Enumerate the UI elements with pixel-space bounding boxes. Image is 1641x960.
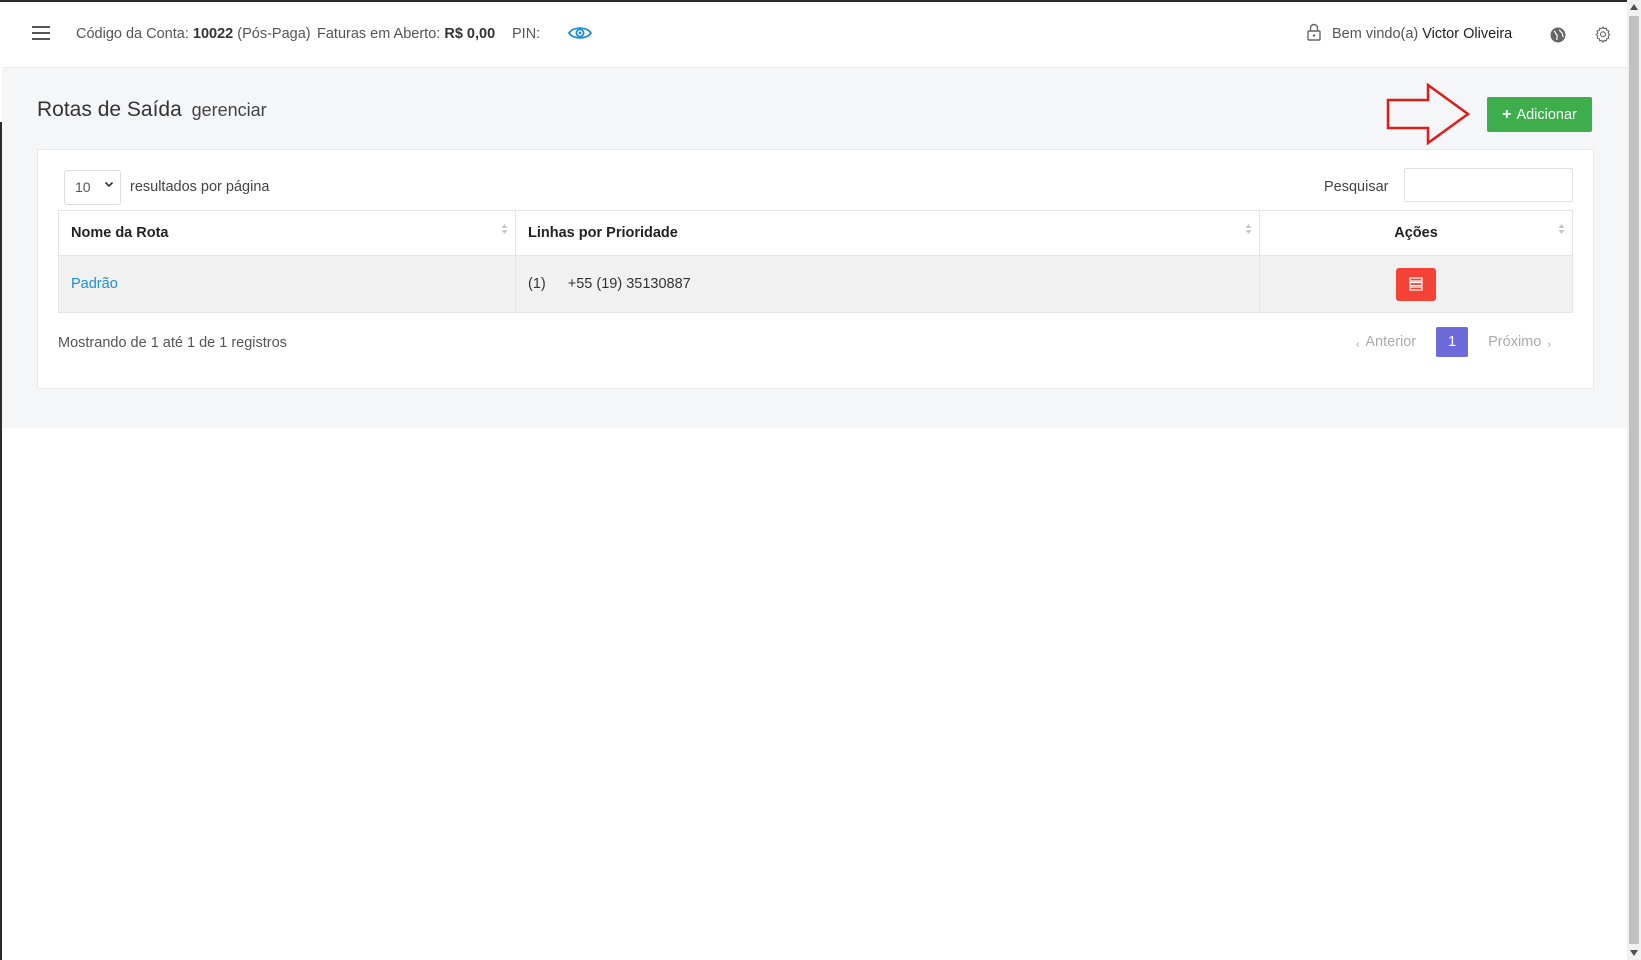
welcome-label: Bem vindo(a)	[1332, 26, 1419, 42]
main-content: Rotas de Saída gerenciar + Adicionar 10 …	[2, 68, 1627, 428]
priority-number: (1)	[528, 276, 546, 292]
sort-icon	[1245, 224, 1252, 234]
page-title: Rotas de Saída gerenciar	[37, 98, 267, 122]
account-type: (Pós-Paga)	[237, 26, 311, 42]
table-header-row: Nome da Rota Linhas por Prioridade Ações	[58, 210, 1573, 256]
pagination-prev[interactable]: ‹ Anterior	[1350, 334, 1416, 351]
scroll-down-icon[interactable]	[1630, 950, 1638, 956]
pagination: ‹ Anterior 1 Próximo ›	[1350, 327, 1557, 357]
actions-cell	[1259, 255, 1573, 313]
route-name-cell: Padrão	[58, 255, 516, 313]
add-button[interactable]: + Adicionar	[1487, 97, 1592, 132]
pagination-next[interactable]: Próximo ›	[1488, 334, 1557, 351]
sort-icon	[1558, 224, 1565, 234]
delete-button[interactable]	[1396, 267, 1436, 301]
page-subtitle: gerenciar	[191, 100, 267, 120]
phone-line: +55 (19) 35130887	[567, 276, 691, 292]
lock-icon	[1307, 23, 1321, 41]
welcome-text: Bem vindo(a) Victor Oliveira	[1332, 26, 1512, 42]
list-icon	[1409, 277, 1423, 291]
page-length-label: resultados por página	[130, 179, 270, 195]
top-navbar: Código da Conta: 10022 (Pós-Paga) Fatura…	[2, 2, 1627, 68]
route-name-link[interactable]: Padrão	[71, 276, 118, 292]
chevron-left-icon: ‹	[1355, 339, 1360, 351]
scroll-up-icon[interactable]	[1630, 4, 1638, 10]
page-length-select[interactable]: 10	[64, 170, 121, 205]
search-label: Pesquisar	[1324, 179, 1389, 195]
column-header-priority-lines[interactable]: Linhas por Prioridade	[515, 210, 1260, 256]
table-info: Mostrando de 1 até 1 de 1 registros	[58, 335, 287, 351]
chevron-down-icon	[104, 181, 114, 188]
table-row: Padrão (1) +55 (19) 35130887	[58, 255, 1573, 313]
pin-label: PIN:	[512, 26, 541, 42]
invoices-label: Faturas em Aberto:	[317, 26, 441, 42]
vertical-scrollbar[interactable]	[1627, 0, 1641, 960]
account-code: 10022	[192, 26, 234, 42]
eye-icon[interactable]	[568, 25, 592, 41]
gear-icon[interactable]	[1594, 25, 1612, 43]
search-input[interactable]	[1404, 168, 1573, 202]
routes-table: Nome da Rota Linhas por Prioridade Ações	[58, 210, 1573, 313]
column-header-route-name[interactable]: Nome da Rota	[58, 210, 516, 256]
invoices-value: R$ 0,00	[444, 26, 496, 42]
chevron-right-icon: ›	[1547, 339, 1551, 351]
page-title-text: Rotas de Saída	[37, 98, 182, 121]
open-invoices: Faturas em Aberto: R$ 0,00	[317, 26, 495, 42]
add-button-label: Adicionar	[1516, 106, 1577, 123]
plus-icon: +	[1502, 105, 1512, 123]
page-length-value: 10	[75, 179, 91, 195]
column-header-actions[interactable]: Ações	[1259, 210, 1573, 256]
sort-icon	[501, 224, 508, 234]
user-name[interactable]: Victor Oliveira	[1422, 26, 1512, 42]
account-info: Código da Conta: 10022 (Pós-Paga)	[76, 26, 311, 42]
globe-icon[interactable]	[1550, 27, 1566, 43]
menu-icon[interactable]	[32, 26, 50, 40]
account-label: Código da Conta:	[76, 26, 189, 42]
priority-lines-cell: (1) +55 (19) 35130887	[515, 255, 1260, 313]
annotation-arrow-icon	[1386, 83, 1471, 145]
routes-table-card: 10 resultados por página Pesquisar Nome …	[37, 149, 1594, 389]
scrollbar-thumb[interactable]	[1629, 16, 1639, 944]
pagination-page-1[interactable]: 1	[1436, 327, 1469, 357]
